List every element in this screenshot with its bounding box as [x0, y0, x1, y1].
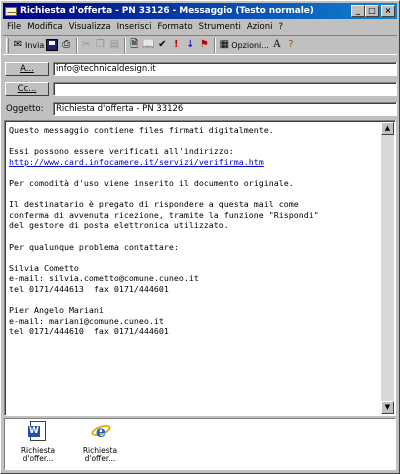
verify-link[interactable]: http://www.card.infocamere.it/servizi/ve…	[9, 157, 264, 167]
attach-file-button[interactable]: 🗎	[128, 37, 140, 53]
cc-field[interactable]	[53, 81, 397, 96]
attachment-label: Richiesta d'offer...	[82, 446, 118, 463]
attachment-word-document[interactable]: W Richiesta d'offer...	[13, 421, 63, 463]
help-icon: ?	[288, 39, 294, 50]
body-line-contact-intro: Per qualunque problema contattare:	[9, 241, 179, 252]
toolbar: ✉ Invia ⎙ ✂ ❐ ▤ 🗎 📖 ✔ ! ↓ ⚑ ▦ Opzioni...…	[3, 35, 397, 55]
minimize-button[interactable]: _	[351, 5, 365, 17]
word-document-icon: W	[27, 421, 49, 445]
flag-icon: ⚑	[199, 39, 209, 50]
cc-button[interactable]: Cc...	[5, 81, 49, 96]
menu-modifica[interactable]: Modifica	[27, 22, 63, 32]
importance-high-icon: !	[174, 39, 179, 50]
cc-row: Cc...	[5, 81, 397, 96]
vertical-scrollbar[interactable]: ▲ ▼	[381, 122, 394, 414]
message-body[interactable]: Questo messaggio contiene files firmati …	[4, 120, 396, 416]
attach-icon: 🗎	[130, 39, 139, 50]
importance-high-button[interactable]: !	[170, 37, 182, 53]
menu-file[interactable]: File	[7, 22, 21, 32]
menu-azioni[interactable]: Azioni	[247, 22, 273, 32]
save-icon	[46, 39, 59, 51]
menu-formato[interactable]: Formato	[158, 22, 193, 32]
attachment-label: Richiesta d'offer...	[20, 446, 56, 463]
scroll-down-arrow[interactable]: ▼	[381, 401, 394, 414]
maximize-button[interactable]: □	[365, 5, 379, 17]
copy-icon: ❐	[95, 39, 105, 50]
toolbar-grip[interactable]	[6, 37, 9, 53]
menu-strumenti[interactable]: Strumenti	[199, 22, 241, 32]
attachment-signed-file[interactable]: e Richiesta d'offer...	[75, 421, 125, 463]
send-label: Invia	[25, 40, 45, 50]
scroll-up-arrow[interactable]: ▲	[381, 122, 394, 135]
menu-inserisci[interactable]: Inserisci	[117, 22, 152, 32]
paste-button[interactable]: ▤	[108, 37, 120, 53]
address-book-icon: 📖	[142, 39, 155, 50]
to-button[interactable]: A...	[5, 61, 49, 76]
body-paragraph-reply: Il destinatario è pregato di rispondere …	[9, 199, 319, 231]
options-icon: ▦	[219, 39, 230, 50]
message-text[interactable]: Questo messaggio contiene files firmati …	[9, 125, 379, 337]
cut-icon: ✂	[82, 39, 91, 50]
cut-button[interactable]: ✂	[80, 37, 92, 53]
send-icon: ✉	[13, 39, 23, 50]
body-line-1: Questo messaggio contiene files firmati …	[9, 125, 274, 135]
envelope-icon	[5, 6, 17, 17]
send-button[interactable]: ✉ Invia	[12, 37, 45, 53]
font-button[interactable]: A	[271, 37, 283, 53]
importance-low-button[interactable]: ↓	[184, 37, 196, 53]
message-window: Richiesta d'offerta - PN 33126 - Messagg…	[0, 0, 400, 474]
address-book-button[interactable]: 📖	[142, 37, 154, 53]
save-button[interactable]	[46, 37, 59, 53]
check-names-icon: ✔	[158, 39, 167, 50]
options-label: Opzioni...	[231, 40, 269, 50]
paste-icon: ▤	[109, 39, 120, 50]
flag-button[interactable]: ⚑	[198, 37, 210, 53]
options-button[interactable]: ▦ Opzioni...	[218, 37, 269, 53]
menu-bar: File Modifica Visualizza Inserisci Forma…	[3, 20, 397, 34]
menu-help[interactable]: ?	[278, 22, 283, 32]
body-line-2: Essi possono essere verificati all'indir…	[9, 146, 234, 157]
close-button[interactable]: ×	[381, 5, 395, 17]
help-button[interactable]: ?	[285, 37, 297, 53]
check-names-button[interactable]: ✔	[156, 37, 168, 53]
print-icon: ⎙	[62, 39, 71, 50]
to-field[interactable]: info@technicaldesign.it	[53, 61, 397, 76]
copy-button[interactable]: ❐	[94, 37, 106, 53]
attachments-pane: W Richiesta d'offer... e Richiesta d'off…	[4, 418, 396, 470]
print-button[interactable]: ⎙	[60, 37, 72, 53]
importance-low-icon: ↓	[186, 39, 195, 50]
font-icon: A	[273, 39, 281, 50]
subject-field[interactable]: Richiesta d'offerta - PN 33126	[53, 101, 397, 116]
contact-cometto: Silvia Cometto e-mail: silvia.cometto@co…	[9, 262, 199, 294]
to-row: A... info@technicaldesign.it	[5, 61, 397, 76]
subject-row: Oggetto: Richiesta d'offerta - PN 33126	[5, 101, 397, 116]
subject-label: Oggetto:	[6, 103, 44, 114]
window-title: Richiesta d'offerta - PN 33126 - Messagg…	[20, 6, 314, 16]
body-line-3: Per comodità d'uso viene inserito il doc…	[9, 177, 294, 188]
menu-visualizza[interactable]: Visualizza	[69, 22, 111, 32]
signed-file-icon: e	[89, 421, 112, 445]
contact-mariani: Pier Angelo Mariani e-mail: mariani@comu…	[9, 305, 169, 337]
title-bar[interactable]: Richiesta d'offerta - PN 33126 - Messagg…	[3, 3, 397, 19]
